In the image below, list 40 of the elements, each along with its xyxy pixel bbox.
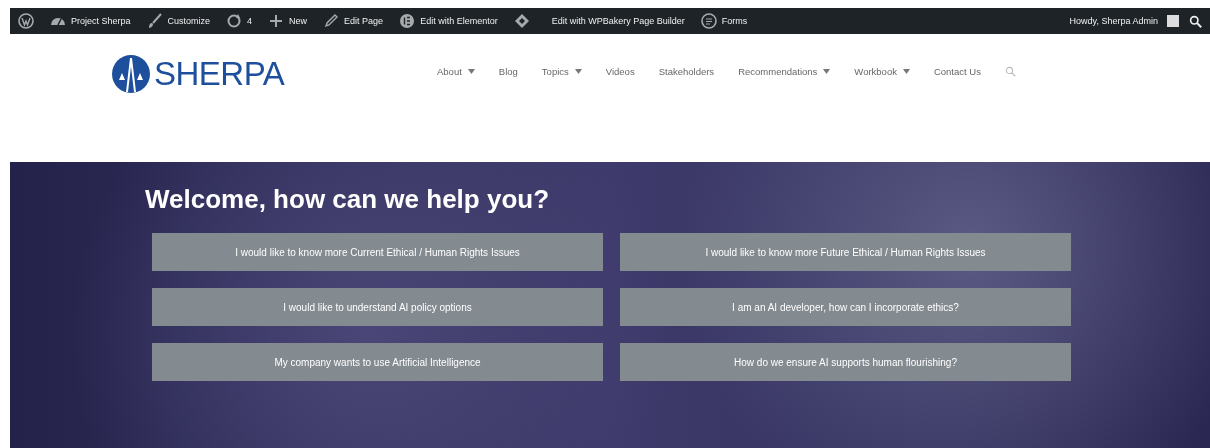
nav-link[interactable]: Recommendations <box>738 66 831 77</box>
topic-button[interactable]: I would like to know more Future Ethical / Human Rights Issues <box>620 233 1071 271</box>
pencil-icon <box>323 13 340 29</box>
toolbar-item[interactable]: Edit Page <box>323 13 384 29</box>
topic-button[interactable]: I am an AI developer, how can I incorporate ethics? <box>620 288 1071 326</box>
logo-icon <box>111 54 151 94</box>
caret-icon <box>823 69 831 74</box>
account-menu[interactable]: Howdy, Sherpa Admin <box>1069 15 1189 27</box>
toolbar-item[interactable]: 4 <box>226 13 253 29</box>
nav-link[interactable]: Workbook <box>854 66 910 77</box>
toolbar-item[interactable]: Forms <box>700 13 748 29</box>
plus-icon <box>268 13 285 29</box>
toolbar-item[interactable]: Project Sherpa <box>50 13 131 29</box>
hero-heading: Welcome, how can we help you? <box>145 184 550 215</box>
wordpress-logo-icon <box>18 13 34 29</box>
toolbar-item[interactable]: Customize <box>146 13 211 29</box>
nav-link[interactable]: Topics <box>541 66 582 77</box>
topic-button[interactable]: How do we ensure AI supports human flourishing? <box>620 343 1071 381</box>
forms-icon <box>700 13 717 29</box>
nav-link[interactable]: Stakeholders <box>658 66 715 77</box>
caret-icon <box>574 69 582 74</box>
toolbar-item[interactable]: Edit with Elementor <box>399 13 498 29</box>
nav-link[interactable]: Contact Us <box>933 66 981 77</box>
nav-link[interactable]: Videos <box>605 66 635 77</box>
refresh-icon <box>226 13 243 29</box>
nav-link[interactable]: About <box>437 66 475 77</box>
topic-button[interactable]: I would like to know more Current Ethical / Human Rights Issues <box>152 233 603 271</box>
search-icon[interactable] <box>1189 14 1202 28</box>
topic-button[interactable]: I would like to understand AI policy options <box>152 288 603 326</box>
topic-button[interactable]: My company wants to use Artificial Intelligence <box>152 343 603 381</box>
avatar-icon <box>1167 15 1179 27</box>
toolbar-item[interactable]: Edit with WPBakery Page Builder <box>513 13 685 29</box>
elementor-icon <box>399 13 416 29</box>
caret-icon <box>902 69 910 74</box>
logo-text: SHERPA <box>154 55 285 93</box>
toolbar-item[interactable]: New <box>268 13 308 29</box>
nav-link[interactable]: Blog <box>498 66 518 77</box>
caret-icon <box>467 69 475 74</box>
diamond-icon <box>513 13 530 29</box>
brush-icon <box>146 13 163 29</box>
